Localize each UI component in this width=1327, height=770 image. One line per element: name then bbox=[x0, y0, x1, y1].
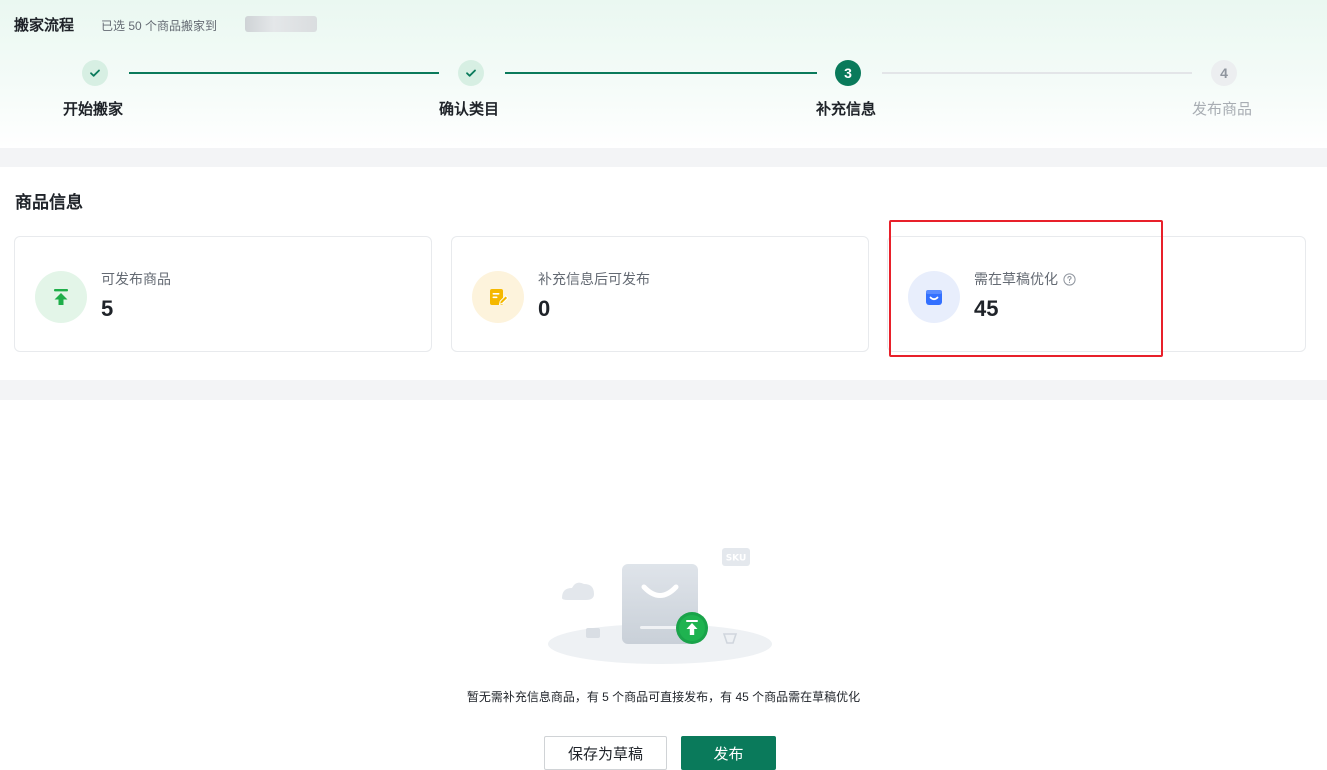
flow-title: 搬家流程 bbox=[14, 17, 75, 34]
step-3-label: 补充信息 bbox=[816, 101, 877, 118]
step-connector-3 bbox=[882, 72, 1192, 74]
section-title: 商品信息 bbox=[15, 193, 83, 212]
stat-value: 5 bbox=[101, 296, 114, 321]
step-connector-2 bbox=[505, 72, 817, 74]
stat-card-publishable[interactable]: 可发布商品 5 bbox=[14, 236, 432, 352]
step-2-label: 确认类目 bbox=[439, 101, 500, 118]
stat-value: 0 bbox=[538, 296, 551, 321]
highlight-annotation bbox=[889, 220, 1163, 357]
step-4-label: 发布商品 bbox=[1192, 101, 1253, 118]
stat-label: 补充信息后可发布 bbox=[538, 271, 650, 287]
save-draft-button[interactable]: 保存为草稿 bbox=[544, 736, 667, 770]
flow-subtitle: 已选 50 个商品搬家到 bbox=[101, 19, 218, 33]
stat-card-needs-info[interactable]: 补充信息后可发布 0 bbox=[451, 236, 869, 352]
upload-icon bbox=[35, 271, 87, 323]
step-1-label: 开始搬家 bbox=[63, 101, 124, 118]
edit-note-icon bbox=[472, 271, 524, 323]
result-message: 暂无需补充信息商品，有 5 个商品可直接发布，有 45 个商品需在草稿优化 bbox=[466, 690, 861, 704]
step-2-check-icon bbox=[458, 60, 484, 86]
step-4-number: 4 bbox=[1211, 60, 1237, 86]
step-connector-1 bbox=[129, 72, 439, 74]
sku-badge: SKU bbox=[726, 554, 747, 564]
publish-button[interactable]: 发布 bbox=[681, 736, 776, 770]
stat-label: 可发布商品 bbox=[101, 271, 171, 287]
target-shop-redacted bbox=[245, 16, 317, 32]
result-section: SKU 暂无需补充信息商品，有 5 个商品可直接发布，有 45 个商品需在草稿优… bbox=[0, 400, 1327, 770]
migration-flow-header: 搬家流程 已选 50 个商品搬家到 开始搬家 确认类目 3 补充信息 4 发布商… bbox=[0, 0, 1327, 148]
step-1-check-icon bbox=[82, 60, 108, 86]
empty-state-illustration: SKU bbox=[540, 542, 780, 667]
step-3-number: 3 bbox=[835, 60, 861, 86]
